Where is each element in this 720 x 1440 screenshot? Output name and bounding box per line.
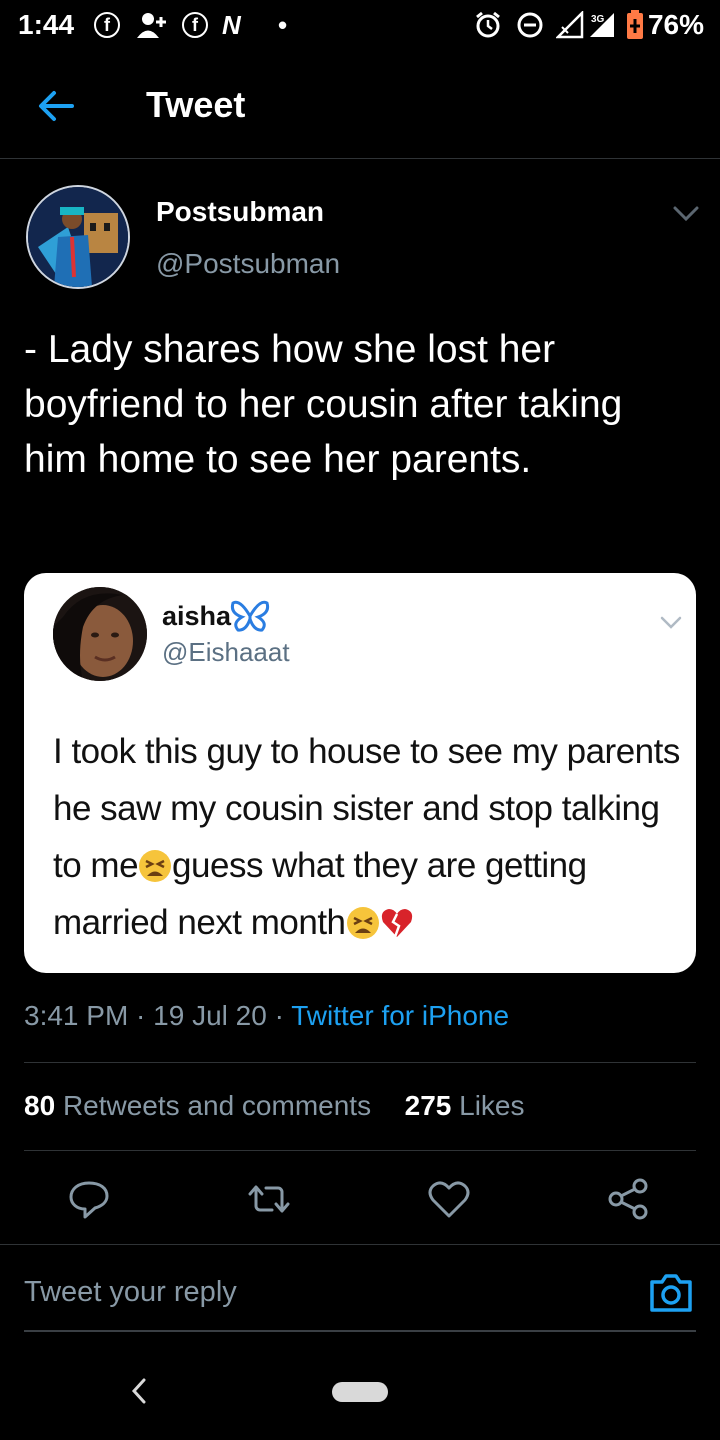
divider — [24, 1062, 696, 1063]
facebook-icon: f — [182, 8, 208, 42]
status-time: 1:44 — [18, 9, 75, 40]
quoted-text: I took this guy to house to see my paren… — [53, 723, 683, 951]
chevron-down-icon[interactable] — [672, 204, 700, 224]
meta-separator: · — [128, 1000, 154, 1031]
status-bar: 1:44 f f N • 3G 76% — [0, 0, 720, 52]
signal-3g-icon: 3G — [588, 8, 618, 42]
tweet-source-link[interactable]: Twitter for iPhone — [291, 1000, 509, 1031]
broken-heart-icon — [381, 909, 412, 938]
reply-input[interactable]: Tweet your reply — [24, 1276, 237, 1309]
nav-back-icon[interactable] — [128, 1376, 150, 1406]
battery-saver-icon — [626, 8, 644, 42]
meta-separator: · — [266, 1000, 292, 1031]
top-app-bar: Tweet — [0, 52, 720, 159]
battery-percent: 76% — [647, 9, 704, 40]
do-not-disturb-icon — [516, 8, 544, 42]
likes-label: Likes — [459, 1090, 525, 1121]
reply-underline — [24, 1330, 696, 1332]
tweet-text: - Lady shares how she lost her boyfriend… — [24, 328, 623, 481]
tired-face-emoji-icon — [139, 850, 172, 882]
tweet-date: 19 Jul 20 — [153, 1000, 267, 1031]
author-avatar[interactable] — [26, 185, 130, 289]
news-app-icon: N — [222, 9, 241, 40]
svg-text:3G: 3G — [591, 14, 605, 25]
retweet-icon[interactable] — [246, 1176, 292, 1222]
butterfly-icon — [230, 600, 270, 632]
page-title: Tweet — [146, 84, 246, 125]
like-heart-icon[interactable] — [426, 1176, 472, 1222]
quoted-chevron-icon — [660, 616, 682, 629]
share-icon[interactable] — [606, 1176, 652, 1222]
nav-home-pill[interactable] — [332, 1382, 388, 1402]
facebook-notification-icon: f — [94, 8, 120, 42]
tweet-stats: 80 Retweets and comments 275 Likes — [24, 1090, 525, 1122]
camera-icon[interactable] — [648, 1272, 694, 1314]
alarm-icon — [474, 8, 502, 42]
divider — [0, 1244, 720, 1245]
divider — [24, 1150, 696, 1151]
signal-icon — [556, 8, 586, 42]
tweet-meta: 3:41 PM · 19 Jul 20 · Twitter for iPhone — [24, 1000, 509, 1032]
tweet-time: 3:41 PM — [24, 1000, 129, 1031]
quoted-name: aisha — [162, 601, 232, 631]
retweets-stat[interactable]: 80 Retweets and comments — [24, 1090, 371, 1121]
quoted-avatar — [53, 587, 147, 681]
retweets-label: Retweets and comments — [62, 1090, 372, 1121]
more-notifications-dot-icon: • — [278, 9, 288, 40]
tired-face-emoji-2-icon — [346, 907, 379, 939]
retweets-count: 80 — [24, 1090, 56, 1121]
likes-count: 275 — [404, 1090, 452, 1121]
friend-request-icon — [136, 8, 168, 42]
back-arrow-icon[interactable] — [36, 86, 76, 126]
reply-icon[interactable] — [66, 1176, 112, 1222]
likes-stat[interactable]: 275 Likes — [405, 1090, 525, 1121]
quoted-handle: @Eishaaat — [162, 637, 290, 667]
tweet-image[interactable]: aisha @Eishaaat I took this guy to house… — [24, 573, 696, 973]
author-handle[interactable]: @Postsubman — [156, 248, 340, 280]
author-name[interactable]: Postsubman — [156, 196, 324, 228]
